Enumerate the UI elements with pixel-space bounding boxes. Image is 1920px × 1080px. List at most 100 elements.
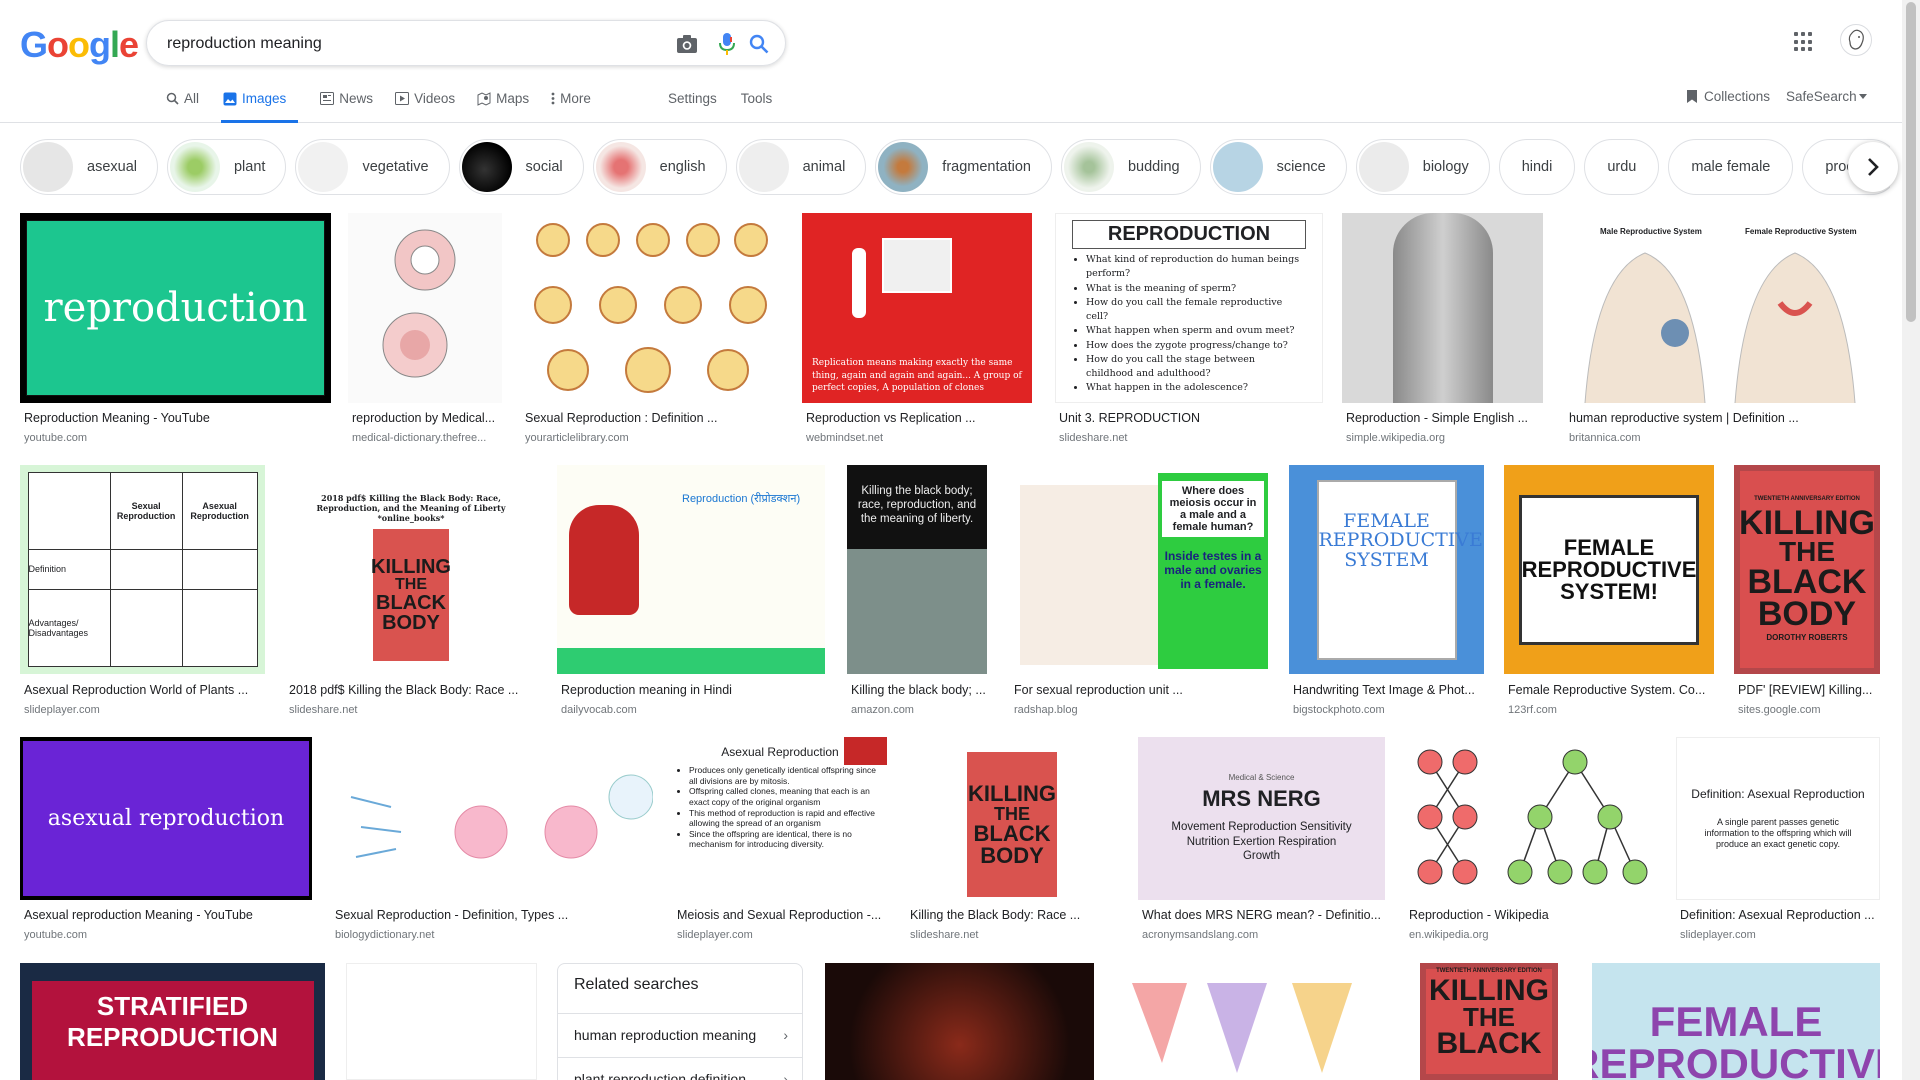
chip-hindi[interactable]: hindi <box>1498 139 1576 195</box>
search-input[interactable] <box>167 32 647 56</box>
search-icon[interactable] <box>747 32 771 56</box>
image-result[interactable]: Reproduction - Simple English ... simple… <box>1342 213 1543 445</box>
image-result[interactable]: reproduction by Medical... medical-dicti… <box>348 213 502 445</box>
image-result[interactable]: Definition: Asexual Reproduction A singl… <box>1676 737 1880 945</box>
image-result[interactable]: FEMALE REPRODUCTIVE <box>1592 963 1880 1080</box>
tab-videos[interactable]: Videos <box>395 88 455 123</box>
chip-thumbnail <box>23 142 73 192</box>
image-result[interactable]: Where does meiosis occur in a male and a… <box>1010 465 1270 719</box>
chip-fragmentation[interactable]: fragmentation <box>875 139 1052 195</box>
chevron-right-icon: › <box>783 1071 788 1080</box>
result-caption: reproduction by Medical... <box>352 411 496 425</box>
related-search-item[interactable]: plant reproduction definition › <box>558 1057 802 1080</box>
result-source: slideshare.net <box>910 929 979 941</box>
tab-news[interactable]: News <box>320 88 373 123</box>
tab-all[interactable]: All <box>166 88 199 123</box>
result-source: slideplayer.com <box>677 929 753 941</box>
image-result[interactable]: TWENTIETH ANNIVERSARY EDITION KILLING TH… <box>1420 963 1558 1080</box>
image-result[interactable]: FEMALE REPRODUCTIVE SYSTEM! Female Repro… <box>1504 465 1714 719</box>
chip-thumbnail <box>878 142 929 192</box>
image-result[interactable]: Sexual Reproduction : Definition ... you… <box>521 213 779 445</box>
bullet: What is the meaning of sperm? <box>1086 282 1304 296</box>
image-result[interactable] <box>1117 963 1399 1080</box>
image-result[interactable]: Replication means making exactly the sam… <box>802 213 1032 445</box>
chip-vegetative[interactable]: vegetative <box>295 139 450 195</box>
result-source: slideplayer.com <box>24 704 100 716</box>
image-result[interactable]: 2018 pdf$ Killing the Black Body: Race, … <box>285 465 537 719</box>
mic-icon[interactable] <box>715 32 739 56</box>
related-searches-card: Related searches human reproduction mean… <box>557 963 803 1080</box>
chevron-right-icon[interactable] <box>1848 142 1898 192</box>
thumbnail-title: REPRODUCTION <box>1072 220 1306 249</box>
chip-asexual[interactable]: asexual <box>20 139 158 195</box>
tab-images[interactable]: Images <box>221 88 299 123</box>
camera-icon[interactable] <box>675 32 699 56</box>
result-thumbnail <box>346 963 537 1080</box>
image-result[interactable]: Sexual Reproduction - Definition, Types … <box>331 737 653 945</box>
page-scrollbar[interactable] <box>1902 0 1920 1080</box>
result-thumbnail: Definition: Asexual Reproduction A singl… <box>1676 737 1880 900</box>
chip-thumbnail <box>595 142 646 192</box>
image-result[interactable]: Reproduction (रीप्रोडक्शन) Reproduction … <box>557 465 825 719</box>
chip-english[interactable]: english <box>592 139 727 195</box>
chip-plant[interactable]: plant <box>166 139 287 195</box>
avatar-icon[interactable] <box>1840 24 1872 56</box>
bullet: What happen in the adolescence? <box>1086 381 1304 395</box>
settings-link[interactable]: Settings <box>668 91 717 106</box>
result-thumbnail <box>331 737 653 900</box>
image-result[interactable]: Medical & Science MRS NERG Movement Repr… <box>1138 737 1385 945</box>
result-caption: Meiosis and Sexual Reproduction -... <box>677 908 882 922</box>
book-cover: TWENTIETH ANNIVERSARY EDITION KILLING TH… <box>1426 968 1552 1074</box>
image-result[interactable] <box>825 963 1094 1080</box>
result-caption: Sexual Reproduction - Definition, Types … <box>335 908 569 922</box>
image-result[interactable] <box>346 963 537 1080</box>
chip-budding[interactable]: budding <box>1060 139 1201 195</box>
thumbnail-text: reproduction <box>26 220 325 396</box>
image-result[interactable]: Killing the black body; race, reproducti… <box>847 465 987 719</box>
scrollbar-thumb[interactable] <box>1906 2 1916 322</box>
thumbnail-text: Movement Reproduction Sensitivity Nutrit… <box>1171 821 1352 863</box>
related-search-item[interactable]: human reproduction meaning › <box>558 1013 802 1057</box>
image-result[interactable]: TWENTIETH ANNIVERSARY EDITION KILLING TH… <box>1734 465 1880 719</box>
result-source: slideshare.net <box>289 704 358 716</box>
image-result[interactable]: KILLING THE BLACK BODY Killing the Black… <box>906 737 1118 945</box>
chip-label: plant <box>233 159 266 175</box>
result-thumbnail: asexual reproduction <box>20 737 312 900</box>
chip-science[interactable]: science <box>1209 139 1347 195</box>
safesearch-menu[interactable]: SafeSearch <box>1786 89 1867 104</box>
chip-biology[interactable]: biology <box>1355 139 1490 195</box>
tab-more[interactable]: More <box>551 88 591 123</box>
thumbnail-table: Sexual Reproduction Asexual Reproduction … <box>27 472 258 667</box>
chip-label: social <box>525 159 563 175</box>
result-source: yourarticlelibrary.com <box>525 432 629 444</box>
result-thumbnail <box>348 213 502 403</box>
image-result[interactable]: Male Reproductive System Female Reproduc… <box>1565 213 1878 445</box>
chip-animal[interactable]: animal <box>735 139 867 195</box>
image-result[interactable]: FEMALE REPRODUCTIVE SYSTEM Handwriting T… <box>1289 465 1484 719</box>
tab-maps[interactable]: Maps <box>477 88 529 123</box>
tools-link[interactable]: Tools <box>741 91 773 106</box>
bullet: Produces only genetically identical offs… <box>689 765 881 786</box>
image-result[interactable]: reproduction Reproduction Meaning - YouT… <box>20 213 331 445</box>
result-thumbnail: Asexual Reproduction Produces only genet… <box>673 737 887 900</box>
result-caption: Handwriting Text Image & Phot... <box>1293 683 1475 697</box>
apps-grid-icon[interactable] <box>1794 32 1814 52</box>
result-caption: 2018 pdf$ Killing the Black Body: Race .… <box>289 683 519 697</box>
more-vert-icon <box>551 92 555 105</box>
image-result[interactable]: Asexual Reproduction Produces only genet… <box>673 737 887 945</box>
chip-thumbnail <box>738 142 789 192</box>
chip-label: fragmentation <box>942 159 1031 175</box>
image-result[interactable]: REPRODUCTION What kind of reproduction d… <box>1055 213 1323 445</box>
google-logo[interactable]: Google <box>20 24 139 66</box>
image-result[interactable]: asexual reproduction Asexual reproductio… <box>20 737 312 945</box>
result-thumbnail: STRATIFIED REPRODUCTION <box>20 963 325 1080</box>
chip-social[interactable]: social <box>458 139 584 195</box>
chip-male-female[interactable]: male female <box>1668 139 1794 195</box>
image-result[interactable]: Sexual Reproduction Asexual Reproduction … <box>20 465 265 719</box>
collections-link[interactable]: Collections <box>1686 89 1770 104</box>
result-caption: Asexual reproduction Meaning - YouTube <box>24 908 253 922</box>
caret-down-icon <box>1858 94 1867 99</box>
image-result[interactable]: STRATIFIED REPRODUCTION <box>20 963 325 1080</box>
image-result[interactable]: Reproduction - Wikipedia en.wikipedia.or… <box>1405 737 1656 945</box>
chip-urdu[interactable]: urdu <box>1584 139 1660 195</box>
